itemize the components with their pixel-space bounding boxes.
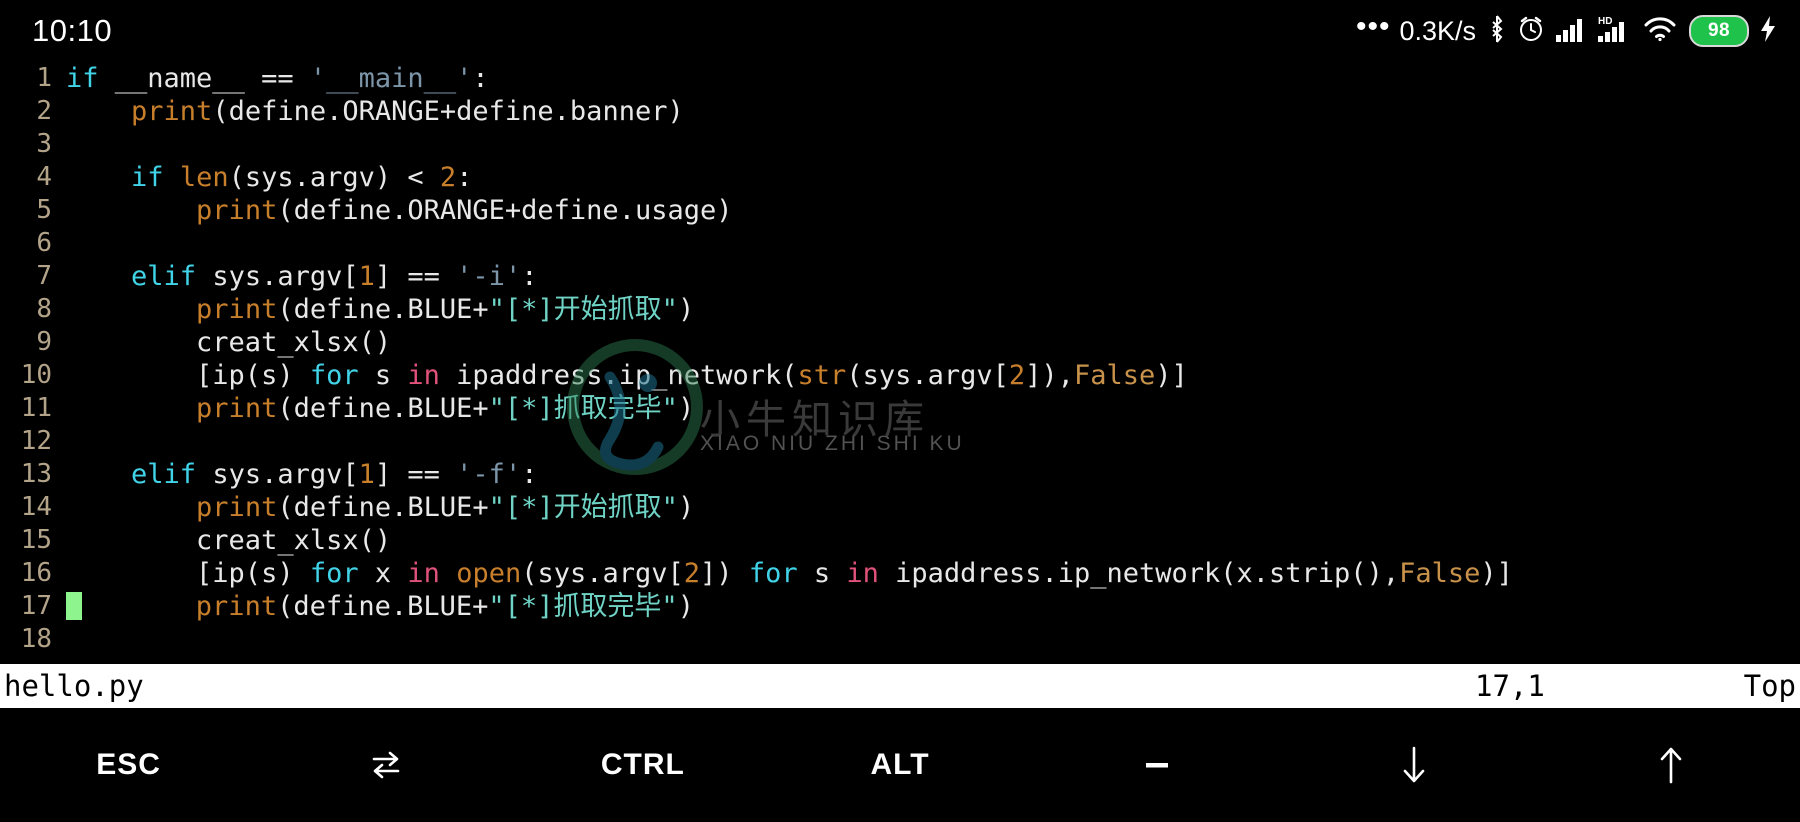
line-text: [ip(s) for x in open(sys.argv[2]) for s … [66,558,1513,589]
hd-signal-icon: HD [1596,14,1634,48]
battery-level-label: 98 [1708,20,1730,41]
status-clock: 10:10 [32,13,113,48]
line-text: creat_xlsx() [66,525,392,556]
line-text: [ip(s) for s in ipaddress.ip_network(str… [66,360,1188,391]
line-number: 6 [36,228,52,258]
vim-filename: hello.py [4,669,144,703]
key-label: ESC [96,748,161,781]
line-number: 12 [20,426,52,456]
vim-status-line: hello.py 17,1 Top [0,664,1800,708]
line-number: 15 [20,525,52,555]
key-label: ALT [870,748,930,781]
line-number: 10 [20,360,52,390]
tab-icon [366,745,406,785]
code-line: 16 [ip(s) for x in open(sys.argv[2]) for… [0,557,1800,590]
line-number: 1 [36,63,52,93]
code-line: 6 [0,227,1800,260]
network-speed-label: 0.3K/s [1399,15,1476,46]
status-icons-group: ••• 0.3K/s HD 98 [1355,10,1778,48]
line-number: 11 [20,393,52,423]
vim-scroll-indicator: Top [1743,669,1796,703]
text-cursor [66,591,82,620]
line-text: if len(sys.argv) < 2: [131,162,473,193]
line-number: 5 [36,195,52,225]
extra-keys-toolbar[interactable]: ESC CTRL ALT [0,708,1800,822]
code-line: 7 elif sys.argv[1] == '-i': [0,260,1800,293]
code-line: 8 print(define.BLUE+"[*]开始抓取") [0,293,1800,326]
code-line: 17 print(define.BLUE+"[*]抓取完毕") [0,590,1800,623]
key-tab[interactable] [257,708,514,822]
line-number: 7 [36,261,52,291]
code-line: 18 [0,623,1800,656]
line-number: 18 [20,624,52,654]
key-ctrl[interactable]: CTRL [514,708,771,822]
line-text: creat_xlsx() [66,327,392,358]
line-text: print(define.ORANGE+define.usage) [196,195,733,226]
bluetooth-icon [1487,14,1507,48]
line-text: print(define.ORANGE+define.banner) [131,96,684,127]
line-text: elif sys.argv[1] == '-f': [131,459,538,490]
vim-editor-area[interactable]: 1 if __name__ == '__main__': 2 print(defin… [0,62,1800,664]
line-text: print(define.BLUE+"[*]抓取完毕") [66,590,694,623]
svg-text:HD: HD [1598,16,1612,27]
code-line: 9 creat_xlsx() [0,326,1800,359]
alarm-clock-icon [1516,14,1546,48]
key-esc[interactable]: ESC [0,708,257,822]
code-line: 1 if __name__ == '__main__': [0,62,1800,95]
line-text: if __name__ == '__main__': [66,63,489,94]
line-text: elif sys.argv[1] == '-i': [131,261,538,292]
line-number: 9 [36,327,52,357]
code-line: 15 creat_xlsx() [0,524,1800,557]
key-minus[interactable] [1029,708,1286,822]
line-number: 14 [20,492,52,522]
line-text: print(define.BLUE+"[*]开始抓取") [196,492,695,523]
code-line: 2 print(define.ORANGE+define.banner) [0,95,1800,128]
code-line: 13 elif sys.argv[1] == '-f': [0,458,1800,491]
line-number: 17 [20,591,52,621]
more-dots-icon: ••• [1355,10,1391,43]
signal-bars-icon [1555,15,1587,47]
code-line: 10 [ip(s) for s in ipaddress.ip_network(… [0,359,1800,392]
vim-cursor-position: 17,1 [1475,669,1545,703]
line-number: 4 [36,162,52,192]
minus-icon [1137,745,1177,785]
charging-bolt-icon [1758,14,1778,48]
code-line: 4 if len(sys.argv) < 2: [0,161,1800,194]
android-status-bar: 10:10 ••• 0.3K/s HD 98 [0,0,1800,62]
line-number: 2 [36,96,52,126]
key-arrow-up[interactable] [1543,708,1800,822]
line-number: 16 [20,558,52,588]
battery-icon: 98 [1689,15,1749,47]
code-line: 3 [0,128,1800,161]
code-line: 12 [0,425,1800,458]
code-lines-container: 1 if __name__ == '__main__': 2 print(defin… [0,62,1800,656]
key-label: CTRL [600,748,685,781]
line-number: 3 [36,129,52,159]
line-text: print(define.BLUE+"[*]抓取完毕") [196,393,695,424]
code-line: 5 print(define.ORANGE+define.usage) [0,194,1800,227]
key-arrow-down[interactable] [1286,708,1543,822]
arrow-down-icon [1394,742,1434,788]
wifi-icon [1643,15,1677,47]
key-alt[interactable]: ALT [771,708,1028,822]
code-line: 14 print(define.BLUE+"[*]开始抓取") [0,491,1800,524]
code-line: 11 print(define.BLUE+"[*]抓取完毕") [0,392,1800,425]
line-text: print(define.BLUE+"[*]开始抓取") [196,294,695,325]
line-number: 13 [20,459,52,489]
arrow-up-icon [1651,742,1691,788]
line-number: 8 [36,294,52,324]
